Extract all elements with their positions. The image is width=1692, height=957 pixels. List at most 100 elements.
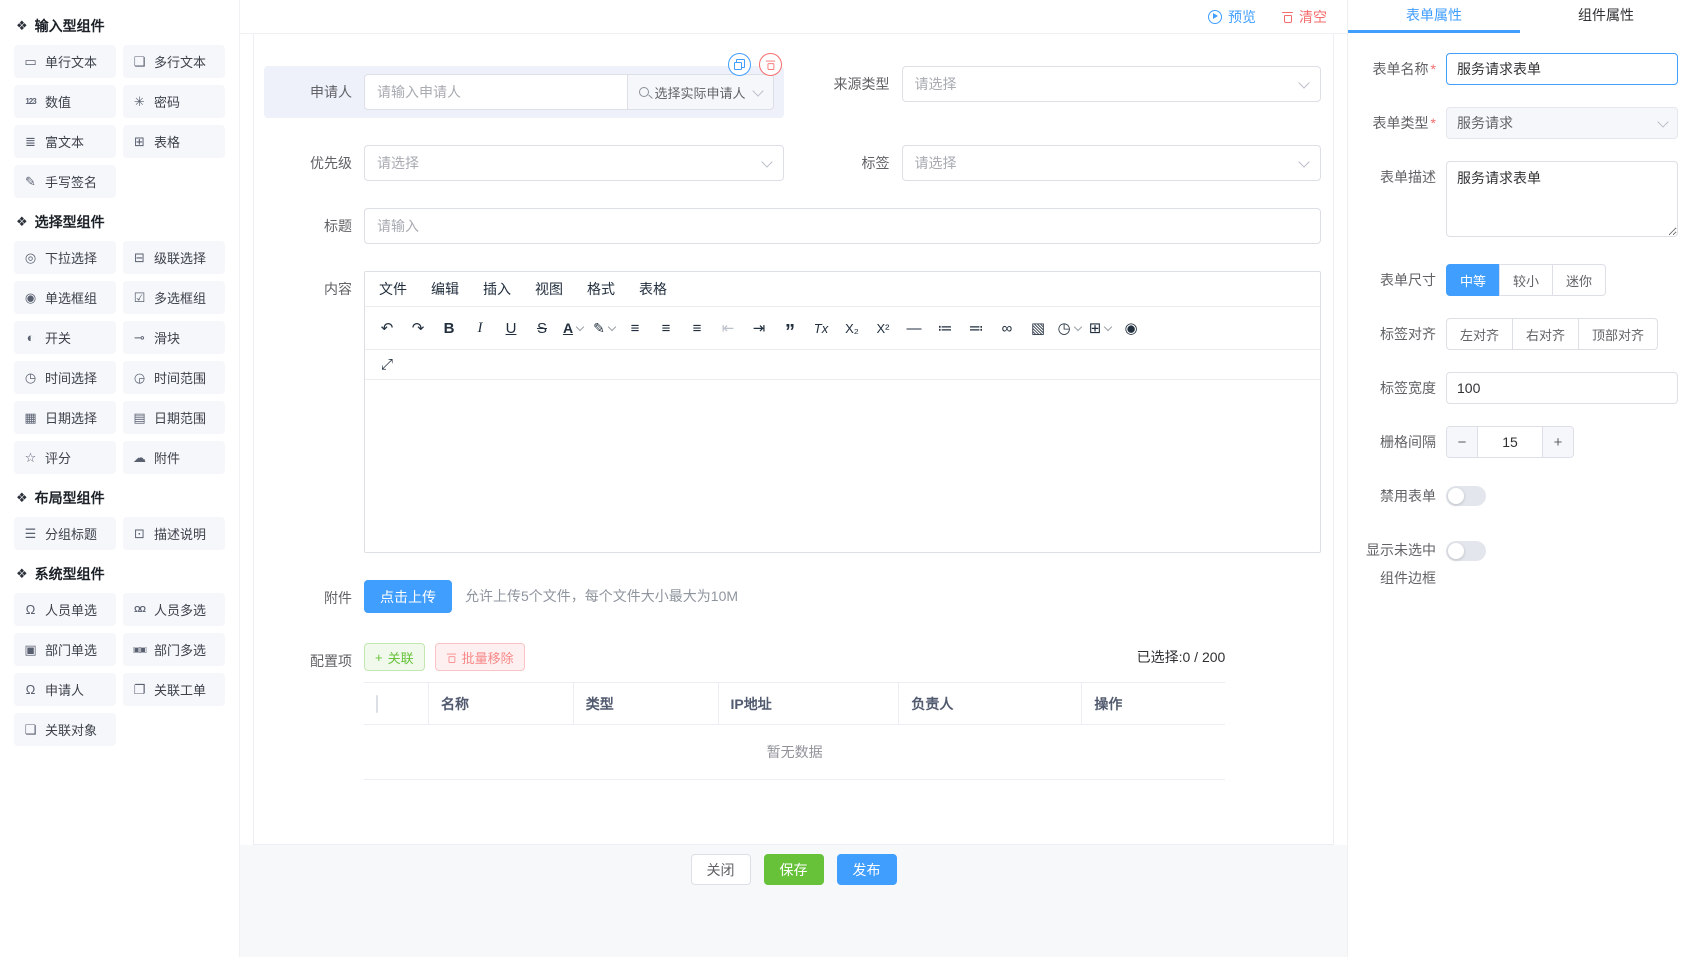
palette-item-dept-single[interactable]: ▣部门单选 (14, 633, 116, 666)
palette-item-person-multi[interactable]: ΩΩ人员多选 (123, 593, 225, 626)
palette-item-password[interactable]: ✳密码 (123, 85, 225, 118)
outdent-icon[interactable]: ⇤ (714, 316, 742, 340)
align-option-2[interactable]: 顶部对齐 (1578, 318, 1658, 350)
size-option-1[interactable]: 较小 (1499, 264, 1553, 296)
form-name-label: 表单名称* (1354, 53, 1446, 85)
palette-item-related-ticket[interactable]: ❐关联工单 (123, 673, 225, 706)
tab-form-properties[interactable]: 表单属性 (1348, 0, 1520, 33)
align-option-1[interactable]: 右对齐 (1512, 318, 1579, 350)
palette-item-person-single[interactable]: Ω人员单选 (14, 593, 116, 626)
palette-item-single-line-text[interactable]: ▭单行文本 (14, 45, 116, 78)
align-left-icon[interactable]: ≡ (621, 316, 649, 340)
palette-item-attachment[interactable]: ☁附件 (123, 441, 225, 474)
palette-item-date-picker[interactable]: ▦日期选择 (14, 401, 116, 434)
rating-icon: ☆ (23, 450, 38, 466)
show-unselected-toggle[interactable] (1446, 541, 1486, 561)
palette-item-dropdown-select[interactable]: ◎下拉选择 (14, 241, 116, 274)
clear-format-icon[interactable]: Tx (807, 316, 835, 340)
palette-item-label: 时间范围 (154, 368, 206, 387)
palette-item-multi-line-text[interactable]: ❏多行文本 (123, 45, 225, 78)
editor-menu-item[interactable]: 格式 (587, 279, 615, 299)
clear-button[interactable]: 清空 (1282, 7, 1327, 27)
label-width-input[interactable] (1446, 372, 1678, 404)
palette-item-applicant[interactable]: Ω申请人 (14, 673, 116, 706)
editor-menu-item[interactable]: 表格 (639, 279, 667, 299)
indent-icon[interactable]: ⇥ (745, 316, 773, 340)
horizontal-rule-icon[interactable]: — (900, 316, 928, 340)
pick-applicant-button[interactable]: 选择实际申请人 (628, 74, 773, 110)
palette-item-switch[interactable]: ◐开关 (14, 321, 116, 354)
editor-menu-item[interactable]: 插入 (483, 279, 511, 299)
bold-icon[interactable]: B (435, 316, 463, 340)
decrease-button[interactable]: − (1447, 427, 1478, 457)
size-option-0[interactable]: 中等 (1446, 264, 1500, 296)
align-right-icon[interactable]: ≡ (683, 316, 711, 340)
close-button[interactable]: 关闭 (691, 854, 751, 885)
applicant-input[interactable] (364, 74, 628, 110)
palette-item-time-range[interactable]: ◶时间范围 (123, 361, 225, 394)
upload-button[interactable]: 点击上传 (364, 580, 452, 613)
publish-button[interactable]: 发布 (837, 854, 897, 885)
editor-menu-item[interactable]: 视图 (535, 279, 563, 299)
delete-widget-button[interactable] (759, 53, 782, 76)
undo-icon[interactable]: ↶ (373, 316, 401, 340)
align-option-0[interactable]: 左对齐 (1446, 318, 1513, 350)
strikethrough-icon[interactable]: S (528, 316, 556, 340)
redo-icon[interactable]: ↷ (404, 316, 432, 340)
relate-button[interactable]: + 关联 (364, 643, 425, 671)
subscript-icon[interactable]: X₂ (838, 316, 866, 340)
form-desc-textarea[interactable]: 服务请求表单 (1446, 161, 1678, 237)
palette-item-table[interactable]: ⊞表格 (123, 125, 225, 158)
palette-item-dept-multi[interactable]: ▣▣部门多选 (123, 633, 225, 666)
image-icon[interactable]: ▧ (1024, 316, 1052, 340)
numbered-list-icon[interactable]: ≕ (962, 316, 990, 340)
align-center-icon[interactable]: ≡ (652, 316, 680, 340)
palette-item-signature[interactable]: ✎手写签名 (14, 165, 116, 198)
copy-widget-button[interactable] (728, 53, 751, 76)
fullscreen-icon[interactable]: ⤢ (373, 353, 401, 377)
link-icon[interactable]: ∞ (993, 316, 1021, 340)
title-input[interactable] (364, 208, 1321, 244)
palette-item-cascade-select[interactable]: ⊟级联选择 (123, 241, 225, 274)
palette-item-radio-group[interactable]: ◉单选框组 (14, 281, 116, 314)
highlight-color-icon[interactable]: ✎ (590, 316, 618, 340)
editor-menu-item[interactable]: 文件 (379, 279, 407, 299)
palette-item-related-object[interactable]: ❏关联对象 (14, 713, 116, 746)
form-name-input[interactable] (1446, 53, 1678, 85)
text-color-icon[interactable]: A (559, 316, 587, 340)
palette-item-slider[interactable]: ⊸滑块 (123, 321, 225, 354)
preview-button[interactable]: 预览 (1208, 7, 1256, 27)
palette-item-number[interactable]: 123数值 (14, 85, 116, 118)
widget-applicant-selected[interactable]: 申请人 选择实际申请人 (264, 66, 784, 118)
editor-content[interactable] (365, 380, 1320, 552)
size-option-2[interactable]: 迷你 (1552, 264, 1606, 296)
source-type-select[interactable]: 请选择 (902, 66, 1322, 102)
palette-item-rich-text[interactable]: ≣富文本 (14, 125, 116, 158)
palette-item-checkbox-group[interactable]: ☑多选框组 (123, 281, 225, 314)
preview-eye-icon[interactable]: ◉ (1117, 316, 1145, 340)
bullet-list-icon[interactable]: ≔ (931, 316, 959, 340)
superscript-icon[interactable]: X² (869, 316, 897, 340)
insert-time-icon[interactable]: ◷ (1055, 316, 1083, 340)
tab-component-properties[interactable]: 组件属性 (1520, 0, 1692, 33)
priority-select[interactable]: 请选择 (364, 145, 784, 181)
underline-icon[interactable]: U (497, 316, 525, 340)
chevron-down-icon (752, 85, 763, 96)
gutter-value[interactable]: 15 (1478, 427, 1542, 457)
palette-item-time-picker[interactable]: ◷时间选择 (14, 361, 116, 394)
grid-gutter-control: − 15 + (1446, 426, 1678, 458)
increase-button[interactable]: + (1542, 427, 1573, 457)
editor-menu-item[interactable]: 编辑 (431, 279, 459, 299)
table-icon[interactable]: ⊞ (1086, 316, 1114, 340)
italic-icon[interactable]: I (466, 316, 494, 340)
palette-item-group-title[interactable]: ☰分组标题 (14, 517, 116, 550)
disable-form-toggle[interactable] (1446, 486, 1486, 506)
palette-item-rating[interactable]: ☆评分 (14, 441, 116, 474)
palette-item-label: 日期范围 (154, 408, 206, 427)
select-all-checkbox[interactable] (376, 695, 378, 713)
tag-select[interactable]: 请选择 (902, 145, 1322, 181)
palette-item-description[interactable]: ⊡描述说明 (123, 517, 225, 550)
save-button[interactable]: 保存 (764, 854, 824, 885)
palette-item-date-range[interactable]: ▤日期范围 (123, 401, 225, 434)
blockquote-icon[interactable]: ” (776, 312, 804, 344)
